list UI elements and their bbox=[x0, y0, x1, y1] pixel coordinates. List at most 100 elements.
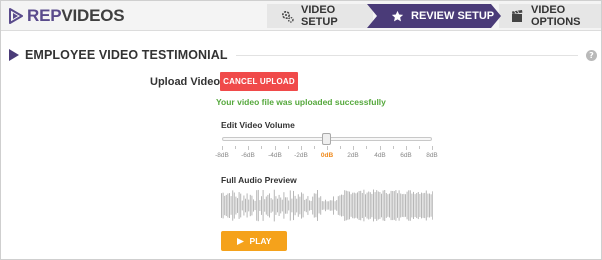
waveform-bar bbox=[400, 193, 402, 218]
waveform-bar bbox=[313, 193, 315, 218]
waveform-bar bbox=[302, 193, 304, 218]
volume-tick bbox=[275, 146, 276, 150]
waveform-bar bbox=[385, 193, 387, 218]
waveform-bar bbox=[251, 195, 253, 216]
waveform-bar bbox=[347, 191, 349, 220]
waveform-bar bbox=[261, 196, 262, 215]
volume-tick-label: 6dB bbox=[400, 152, 412, 159]
volume-tick bbox=[380, 146, 381, 150]
waveform-bar bbox=[253, 199, 254, 212]
waveform-bar bbox=[329, 200, 331, 211]
waveform-bar bbox=[353, 192, 355, 219]
waveform-bar bbox=[421, 192, 422, 219]
section-title: EMPLOYEE VIDEO TESTIMONIAL bbox=[25, 48, 228, 62]
waveform-bar bbox=[273, 189, 275, 222]
volume-tick-label: 2dB bbox=[347, 152, 359, 159]
waveform-bar bbox=[254, 200, 256, 211]
logo-play-icon bbox=[9, 8, 23, 24]
app-window: REPVIDEOS VIDEO SETUP VIDEO OPTIONS REVI… bbox=[0, 0, 602, 260]
volume-minor-tick bbox=[340, 146, 341, 149]
waveform-bar bbox=[248, 199, 250, 212]
waveform-bar bbox=[325, 199, 326, 212]
waveform-bar bbox=[235, 196, 237, 215]
waveform-bar bbox=[417, 192, 419, 220]
waveform-bar bbox=[342, 194, 344, 217]
waveform-bar bbox=[390, 190, 392, 221]
section-triangle-icon bbox=[9, 49, 19, 61]
waveform-bar bbox=[280, 197, 282, 214]
waveform-bar bbox=[339, 195, 341, 216]
waveform-bar bbox=[225, 194, 227, 216]
waveform-bar bbox=[221, 193, 222, 218]
star-icon bbox=[391, 10, 404, 23]
help-icon[interactable]: ? bbox=[586, 49, 597, 61]
waveform-bar bbox=[315, 193, 317, 218]
waveform-bar bbox=[411, 193, 413, 218]
volume-tick-label: -6dB bbox=[241, 152, 255, 159]
waveform-bar bbox=[245, 198, 246, 213]
waveform-bar bbox=[293, 190, 294, 221]
waveform-bar bbox=[413, 191, 414, 219]
volume-tick-label: -8dB bbox=[215, 152, 229, 159]
waveform-bar bbox=[345, 190, 347, 221]
waveform-bar bbox=[277, 198, 278, 213]
waveform-bar bbox=[249, 194, 251, 217]
waveform-bar bbox=[238, 192, 240, 219]
volume-tick bbox=[301, 146, 302, 150]
section-header: EMPLOYEE VIDEO TESTIMONIAL ? bbox=[9, 47, 597, 63]
waveform-bar bbox=[363, 189, 365, 222]
waveform-bar bbox=[326, 201, 328, 210]
waveform-bar bbox=[294, 195, 296, 216]
volume-tick bbox=[406, 146, 407, 150]
waveform-bar bbox=[336, 200, 338, 211]
volume-tick-label: -2dB bbox=[294, 152, 308, 159]
waveform-bar bbox=[373, 189, 374, 222]
waveform-bar bbox=[406, 191, 408, 220]
step-label: REVIEW SETUP bbox=[411, 10, 495, 22]
cancel-upload-button[interactable]: CANCEL UPLOAD bbox=[220, 72, 298, 91]
waveform-bar bbox=[301, 192, 302, 219]
waveform-bar bbox=[262, 190, 264, 221]
step-video-setup[interactable]: VIDEO SETUP bbox=[267, 4, 373, 28]
volume-tick-label: 8dB bbox=[426, 152, 438, 159]
step-label: VIDEO OPTIONS bbox=[531, 4, 581, 28]
waveform-bar bbox=[377, 191, 379, 220]
waveform-bar bbox=[304, 199, 306, 212]
waveform-bar bbox=[222, 192, 224, 219]
waveform-bar bbox=[352, 192, 354, 219]
waveform-bar bbox=[408, 190, 410, 221]
waveform-bar bbox=[419, 194, 421, 217]
audio-preview-label: Full Audio Preview bbox=[221, 175, 297, 185]
volume-tick bbox=[222, 146, 223, 150]
waveform-bar bbox=[403, 193, 405, 218]
logo-text-rep: REP bbox=[27, 6, 62, 25]
waveform-bar bbox=[366, 192, 368, 219]
waveform-bar bbox=[341, 194, 342, 217]
waveform-bar bbox=[405, 194, 406, 217]
waveform-bar bbox=[229, 193, 230, 218]
waveform-bar bbox=[233, 192, 235, 219]
volume-tick bbox=[353, 146, 354, 150]
waveform-bar bbox=[232, 190, 234, 221]
waveform-bar bbox=[281, 199, 283, 212]
waveform-bar bbox=[310, 200, 312, 210]
step-video-options[interactable]: VIDEO OPTIONS bbox=[499, 4, 601, 28]
waveform-bar bbox=[230, 196, 232, 215]
waveform-bar bbox=[379, 192, 381, 219]
waveform-bar bbox=[323, 201, 325, 210]
upload-video-label: Upload Video bbox=[150, 76, 221, 88]
waveform-bar bbox=[264, 199, 266, 212]
waveform-bar bbox=[237, 198, 238, 213]
volume-tick bbox=[327, 146, 328, 150]
step-review-setup[interactable]: REVIEW SETUP bbox=[367, 4, 501, 28]
waveform-bar bbox=[374, 192, 376, 219]
waveform-bar bbox=[369, 192, 371, 219]
waveform-bar bbox=[317, 190, 318, 221]
waveform-bar bbox=[275, 196, 277, 215]
volume-slider-thumb[interactable] bbox=[322, 133, 331, 145]
volume-tick-label: -4dB bbox=[268, 152, 282, 159]
volume-minor-tick bbox=[366, 146, 367, 149]
play-button[interactable]: PLAY bbox=[221, 231, 287, 251]
waveform-bar bbox=[422, 193, 424, 218]
waveform-bar bbox=[355, 193, 357, 218]
